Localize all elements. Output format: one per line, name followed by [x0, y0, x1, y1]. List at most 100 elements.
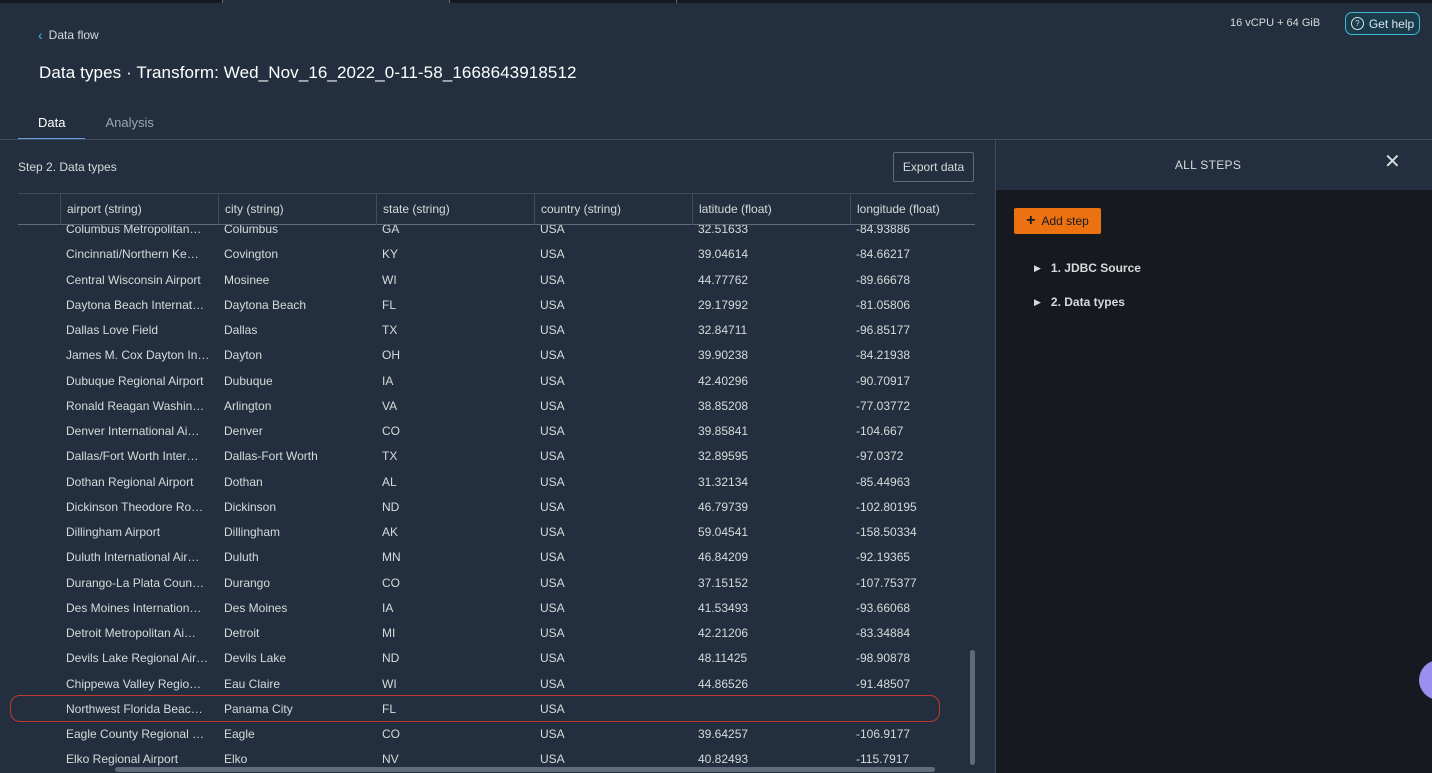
cell-country[interactable]: USA — [534, 596, 692, 621]
cell-latitude[interactable]: 59.04541 — [692, 520, 850, 545]
cell-airport[interactable]: Northwest Florida Beac… — [60, 697, 218, 722]
cell-country[interactable]: USA — [534, 545, 692, 570]
cell-state[interactable]: CO — [376, 419, 534, 444]
cell-country[interactable]: USA — [534, 419, 692, 444]
cell-longitude[interactable]: -102.80195 — [850, 495, 975, 520]
cell-city[interactable]: Dubuque — [218, 369, 376, 394]
cell-latitude[interactable]: 41.53493 — [692, 596, 850, 621]
column-header-country[interactable]: country (string) — [534, 194, 692, 225]
cell-country[interactable]: USA — [534, 646, 692, 671]
cell-latitude[interactable]: 32.89595 — [692, 444, 850, 469]
table-row[interactable]: Dillingham Airport Dillingham AK USA 59.0454… — [18, 520, 975, 545]
cell-longitude[interactable]: -93.66068 — [850, 596, 975, 621]
cell-city[interactable]: Dallas — [218, 318, 376, 343]
cell-longitude[interactable]: -89.66678 — [850, 268, 975, 293]
table-row[interactable]: Denver International Ai… Denver CO USA 39.85… — [18, 419, 975, 444]
cell-state[interactable]: VA — [376, 394, 534, 419]
cell-city[interactable]: Arlington — [218, 394, 376, 419]
table-row[interactable]: Ronald Reagan Washin… Arlington VA USA 38.85… — [18, 394, 975, 419]
cell-city[interactable]: Covington — [218, 242, 376, 267]
cell-airport[interactable]: Detroit Metropolitan Ai… — [60, 621, 218, 646]
cell-longitude[interactable]: -106.9177 — [850, 722, 975, 747]
get-help-button[interactable]: ? Get help — [1345, 12, 1420, 35]
cell-latitude[interactable]: 44.86526 — [692, 672, 850, 697]
cell-longitude[interactable]: -84.66217 — [850, 242, 975, 267]
cell-city[interactable]: Daytona Beach — [218, 293, 376, 318]
cell-longitude[interactable]: -85.44963 — [850, 470, 975, 495]
column-header-airport[interactable]: airport (string) — [60, 194, 218, 225]
table-row[interactable]: Central Wisconsin Airport Mosinee WI USA 44.… — [18, 268, 975, 293]
cell-latitude[interactable]: 37.15152 — [692, 571, 850, 596]
cell-longitude[interactable]: -104.667 — [850, 419, 975, 444]
cell-airport[interactable]: Ronald Reagan Washin… — [60, 394, 218, 419]
tab-analysis[interactable]: Analysis — [85, 104, 173, 140]
table-row[interactable]: Cincinnati/Northern Ke… Covington KY USA 39.… — [18, 242, 975, 267]
cell-country[interactable]: USA — [534, 318, 692, 343]
cell-airport[interactable]: James M. Cox Dayton In… — [60, 343, 218, 368]
cell-longitude[interactable]: -91.48507 — [850, 672, 975, 697]
cell-airport[interactable]: Cincinnati/Northern Ke… — [60, 242, 218, 267]
table-row[interactable]: Daytona Beach Internat… Daytona Beach FL US… — [18, 293, 975, 318]
cell-airport[interactable]: Dallas/Fort Worth Inter… — [60, 444, 218, 469]
table-row[interactable]: James M. Cox Dayton In… Dayton OH USA 39.902… — [18, 343, 975, 368]
cell-state[interactable]: CO — [376, 571, 534, 596]
cell-state[interactable]: WI — [376, 672, 534, 697]
cell-country[interactable]: USA — [534, 394, 692, 419]
cell-airport[interactable]: Dickinson Theodore Ro… — [60, 495, 218, 520]
cell-country[interactable]: USA — [534, 495, 692, 520]
column-header-latitude[interactable]: latitude (float) — [692, 194, 850, 225]
cell-state[interactable]: TX — [376, 444, 534, 469]
cell-latitude[interactable]: 39.85841 — [692, 419, 850, 444]
back-to-data-flow-link[interactable]: ‹ Data flow — [38, 28, 99, 42]
cell-country[interactable]: USA — [534, 343, 692, 368]
cell-state[interactable]: AK — [376, 520, 534, 545]
cell-longitude[interactable]: -96.85177 — [850, 318, 975, 343]
horizontal-scrollbar[interactable] — [115, 767, 935, 772]
column-header-city[interactable]: city (string) — [218, 194, 376, 225]
cell-latitude[interactable]: 29.17992 — [692, 293, 850, 318]
cell-state[interactable]: OH — [376, 343, 534, 368]
cell-longitude[interactable]: -97.0372 — [850, 444, 975, 469]
add-step-button[interactable]: + Add step — [1014, 208, 1101, 234]
close-icon[interactable]: ✕ — [1384, 152, 1401, 172]
cell-country[interactable]: USA — [534, 242, 692, 267]
cell-city[interactable]: Dayton — [218, 343, 376, 368]
cell-longitude[interactable]: -98.90878 — [850, 646, 975, 671]
cell-city[interactable]: Denver — [218, 419, 376, 444]
column-header-longitude[interactable]: longitude (float) — [850, 194, 975, 225]
cell-airport[interactable]: Chippewa Valley Regio… — [60, 672, 218, 697]
cell-state[interactable]: IA — [376, 596, 534, 621]
cell-airport[interactable]: Dubuque Regional Airport — [60, 369, 218, 394]
table-row[interactable]: Chippewa Valley Regio… Eau Claire WI USA 44.… — [18, 672, 975, 697]
cell-latitude[interactable]: 46.79739 — [692, 495, 850, 520]
cell-city[interactable]: Dothan — [218, 470, 376, 495]
cell-country[interactable]: USA — [534, 268, 692, 293]
cell-country[interactable]: USA — [534, 571, 692, 596]
cell-city[interactable]: Duluth — [218, 545, 376, 570]
cell-city[interactable]: Eagle — [218, 722, 376, 747]
cell-latitude[interactable]: 42.40296 — [692, 369, 850, 394]
cell-airport[interactable]: Dillingham Airport — [60, 520, 218, 545]
cell-longitude[interactable]: -81.05806 — [850, 293, 975, 318]
table-row[interactable]: Northwest Florida Beac… Panama City FL USA — [18, 697, 975, 722]
column-header-state[interactable]: state (string) — [376, 194, 534, 225]
cell-airport[interactable]: Central Wisconsin Airport — [60, 268, 218, 293]
table-row[interactable]: Detroit Metropolitan Ai… Detroit MI USA 42.2… — [18, 621, 975, 646]
cell-longitude[interactable] — [850, 697, 975, 722]
cell-state[interactable]: CO — [376, 722, 534, 747]
table-row[interactable]: Dallas/Fort Worth Inter… Dallas-Fort Wort… — [18, 444, 975, 469]
compute-resources-label[interactable]: 16 vCPU + 64 GiB — [1230, 17, 1320, 29]
table-row[interactable]: Dubuque Regional Airport Dubuque IA USA 42.4… — [18, 369, 975, 394]
cell-longitude[interactable]: -90.70917 — [850, 369, 975, 394]
cell-longitude[interactable]: -77.03772 — [850, 394, 975, 419]
cell-city[interactable]: Dickinson — [218, 495, 376, 520]
cell-country[interactable]: USA — [534, 722, 692, 747]
cell-latitude[interactable]: 39.64257 — [692, 722, 850, 747]
table-row[interactable]: Dallas Love Field Dallas TX USA 32.84711 -96.… — [18, 318, 975, 343]
cell-latitude[interactable]: 46.84209 — [692, 545, 850, 570]
step-item-jdbc-source[interactable]: ▶ 1. JDBC Source — [1034, 261, 1141, 275]
cell-state[interactable]: ND — [376, 646, 534, 671]
cell-city[interactable]: Des Moines — [218, 596, 376, 621]
cell-city[interactable]: Devils Lake — [218, 646, 376, 671]
table-row[interactable]: Dothan Regional Airport Dothan AL USA 31.321… — [18, 470, 975, 495]
